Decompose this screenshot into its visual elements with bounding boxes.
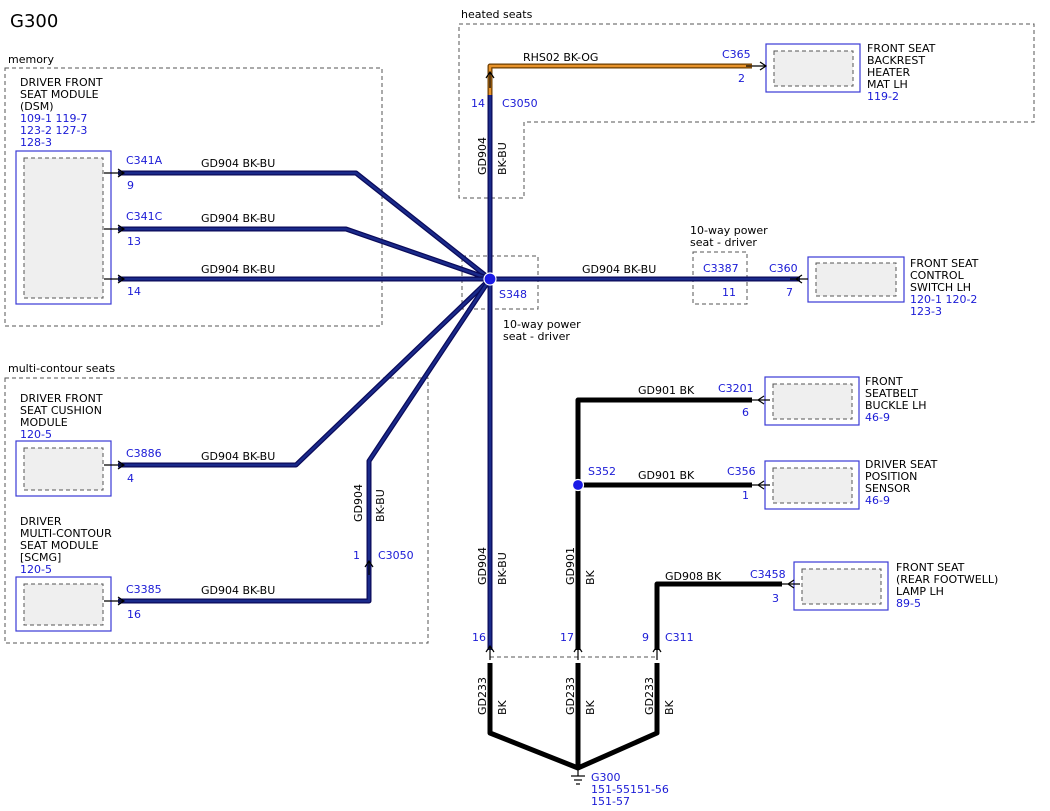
lower-wire-bk: BK xyxy=(584,569,597,585)
c3458-pin: 3 xyxy=(772,592,779,605)
ground-ref-2: 151-57 xyxy=(591,795,630,808)
power-seat-label-2b: seat - driver xyxy=(690,236,757,249)
s348-splice xyxy=(483,272,497,286)
c311-pin-17: 17 xyxy=(560,631,574,644)
c3050-left-name: C3050 xyxy=(378,549,414,562)
buckle-ref: 46-9 xyxy=(865,411,890,424)
scmg-ref-1: 120-5 xyxy=(20,563,52,576)
bk-label-2: BK xyxy=(584,699,597,715)
top-wire-gd904: GD904 xyxy=(476,137,489,175)
c341c-name: C341C xyxy=(126,210,163,223)
c341a-name: C341A xyxy=(126,154,163,167)
lamp-ref: 89-5 xyxy=(896,597,921,610)
c3050-top-pin-num: 14 xyxy=(471,97,485,110)
scmg-component: DRIVER MULTI-CONTOUR SEAT MODULE [SCMG] … xyxy=(15,515,112,632)
wire-label-5: GD904 BK-BU xyxy=(201,584,275,597)
c311-pin-9: 9 xyxy=(642,631,649,644)
position-sensor-component: C356 1 DRIVER SEAT POSITION SENSOR 46-9 xyxy=(727,458,938,510)
lower-wire-gd904: GD904 xyxy=(476,547,489,585)
c3385-pin: 16 xyxy=(127,608,141,621)
c365-pin: 2 xyxy=(738,72,745,85)
c341a-pin: 9 xyxy=(127,179,134,192)
c3050-left-pin-num: 1 xyxy=(353,549,360,562)
c3050-left-pin xyxy=(364,559,374,575)
gd908-label: GD908 BK xyxy=(665,570,722,583)
c3387-name: C3387 xyxy=(703,262,739,275)
bk-label-3: BK xyxy=(663,699,676,715)
ground-icon xyxy=(571,768,585,785)
dsm-component: DRIVER FRONT SEAT MODULE (DSM) 109-1 119… xyxy=(15,76,112,305)
c365-name: C365 xyxy=(722,48,751,61)
c3050-top-name: C3050 xyxy=(502,97,538,110)
wire-label-4: GD904 BK-BU xyxy=(201,450,275,463)
rhs02-wire xyxy=(487,63,752,95)
c3886-pin: 4 xyxy=(127,472,134,485)
dsm-ref-3: 128-3 xyxy=(20,136,52,149)
c3385-name: C3385 xyxy=(126,583,162,596)
wire-label-2: GD904 BK-BU xyxy=(201,212,275,225)
gd901-gd908-gd233-wires xyxy=(487,397,782,771)
wiring-diagram: G300 memory multi-contour seats heated s… xyxy=(0,0,1050,811)
gd901-label-1: GD901 BK xyxy=(638,384,695,397)
c360-pin: 7 xyxy=(786,286,793,299)
backrest-ref: 119-2 xyxy=(867,90,899,103)
c311-pins xyxy=(485,644,662,660)
diagram-title: G300 xyxy=(10,11,58,32)
c311-name: C311 xyxy=(665,631,694,644)
cushion-component: DRIVER FRONT SEAT CUSHION MODULE 120-5 xyxy=(15,392,112,497)
c3201-pin: 6 xyxy=(742,406,749,419)
top-wire-bkbu: BK-BU xyxy=(496,142,509,175)
multi-contour-group-label: multi-contour seats xyxy=(8,362,115,375)
c3387-pin: 11 xyxy=(722,286,736,299)
c311-pin-16: 16 xyxy=(472,631,486,644)
c3050-top-pin xyxy=(485,70,495,88)
gd233-label-3: GD233 xyxy=(643,677,656,715)
switch-ref-2: 123-3 xyxy=(910,305,942,318)
s348-label: S348 xyxy=(499,288,527,301)
bk-label-1: BK xyxy=(496,699,509,715)
power-seat-label-1b: seat - driver xyxy=(503,330,570,343)
c341c-pin: 13 xyxy=(127,235,141,248)
cushion-ref-1: 120-5 xyxy=(20,428,52,441)
rhs02-label: RHS02 BK-OG xyxy=(523,51,598,64)
footwell-lamp-component: C3458 3 FRONT SEAT (REAR FOOTWELL) LAMP … xyxy=(750,561,998,611)
wire-label-c360: GD904 BK-BU xyxy=(582,263,656,276)
c3201-name: C3201 xyxy=(718,382,754,395)
c3050-wire-bkbu: BK-BU xyxy=(374,489,387,522)
heated-seats-group-label: heated seats xyxy=(461,8,533,21)
gd904-wires xyxy=(118,95,800,650)
wire-label-1: GD904 BK-BU xyxy=(201,157,275,170)
gd233-label-2: GD233 xyxy=(564,677,577,715)
diagram-svg: G300 memory multi-contour seats heated s… xyxy=(4,8,1035,808)
c360-name: C360 xyxy=(769,262,798,275)
lower-wire-gd901: GD901 xyxy=(564,547,577,585)
c3458-name: C3458 xyxy=(750,568,786,581)
c341-pin-14: 14 xyxy=(127,285,141,298)
gd233-label-1: GD233 xyxy=(476,677,489,715)
s352-splice xyxy=(571,478,585,492)
wire-label-3: GD904 BK-BU xyxy=(201,263,275,276)
c3886-name: C3886 xyxy=(126,447,162,460)
lower-wire-bkbu: BK-BU xyxy=(496,552,509,585)
backrest-heater-component: C365 2 FRONT SEAT BACKREST HEATER MAT LH… xyxy=(722,42,936,103)
s352-label: S352 xyxy=(588,465,616,478)
memory-group-label: memory xyxy=(8,53,54,66)
gd901-label-2: GD901 BK xyxy=(638,469,695,482)
sensor-ref: 46-9 xyxy=(865,494,890,507)
c356-name: C356 xyxy=(727,465,756,478)
c356-pin: 1 xyxy=(742,489,749,502)
c3050-wire-gd904: GD904 xyxy=(352,484,365,522)
control-switch-component: C360 7 FRONT SEAT CONTROL SWITCH LH 120-… xyxy=(769,256,979,318)
